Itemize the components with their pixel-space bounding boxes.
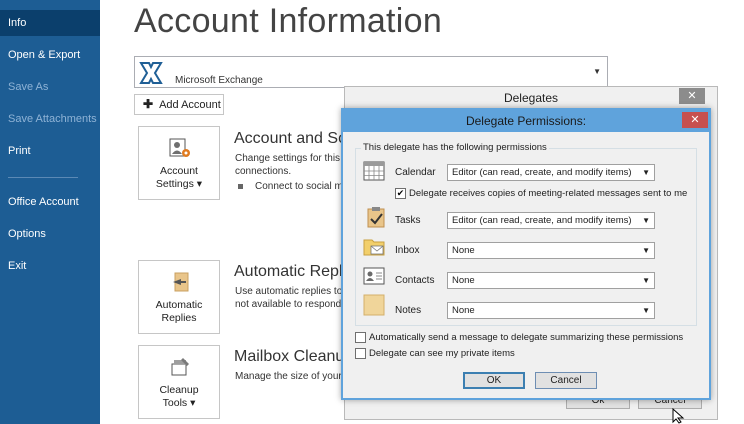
inbox-permission-select[interactable]: None ▼ [447, 242, 655, 259]
notes-permission-select[interactable]: None ▼ [447, 302, 655, 319]
permissions-body: This delegate has the following permissi… [347, 134, 705, 396]
mouse-cursor-icon [672, 408, 685, 424]
private-items-checkbox[interactable] [355, 348, 366, 359]
mailbox-cleanup-title: Mailbox Cleanu [234, 348, 345, 365]
automatic-replies-title: Automatic Repli [234, 263, 347, 280]
permissions-group-label: This delegate has the following permissi… [361, 142, 549, 153]
nav-item-office-account[interactable]: Office Account [0, 189, 100, 215]
exchange-icon [139, 62, 163, 84]
chevron-down-icon: ▼ [642, 276, 650, 285]
notes-icon [363, 294, 385, 316]
page-title: Account Information [134, 2, 443, 40]
account-settings-button[interactable]: Account Settings ▾ [138, 126, 220, 200]
private-items-label: Delegate can see my private items [369, 348, 515, 359]
meeting-copies-checkbox[interactable]: ✔ [395, 188, 406, 199]
account-section-text-2: connections. [235, 166, 292, 177]
automatic-replies-icon [173, 272, 189, 292]
nav-item-open-export[interactable]: Open & Export [0, 42, 100, 68]
nav-item-info[interactable]: Info [0, 10, 100, 36]
social-connect-link[interactable]: Connect to social m [238, 181, 343, 193]
nav-item-save-as[interactable]: Save As [0, 74, 100, 100]
delegates-dialog-title: Delegates [503, 91, 559, 105]
chevron-down-icon: ▼ [642, 306, 650, 315]
cleanup-tools-icon [171, 358, 189, 376]
tasks-permission-select[interactable]: Editor (can read, create, and modify ite… [447, 212, 655, 229]
plus-icon: ✚ [143, 97, 154, 111]
inbox-label: Inbox [395, 245, 420, 256]
add-account-label: Add Account [159, 99, 221, 111]
automatic-replies-label: Automatic Replies [155, 299, 203, 324]
permissions-titlebar: Delegate Permissions: ✕ [343, 110, 709, 132]
automatic-replies-text-2: not available to respond [235, 299, 342, 310]
account-selector[interactable]: Microsoft Exchange ▼ [134, 56, 608, 88]
contacts-permission-select[interactable]: None ▼ [447, 272, 655, 289]
chevron-down-icon: ▼ [642, 168, 650, 177]
account-settings-label: Account Settings ▾ [155, 165, 203, 190]
backstage-nav: Info Open & Export Save As Save Attachme… [0, 0, 100, 424]
auto-send-summary-checkbox[interactable] [355, 332, 366, 343]
account-name: Microsoft Exchange [175, 75, 263, 86]
permissions-dialog-title: Delegate Permissions: [465, 114, 587, 128]
notes-label: Notes [395, 305, 422, 316]
chevron-down-icon[interactable]: ▼ [593, 67, 601, 76]
chevron-down-icon: ▼ [642, 216, 650, 225]
nav-item-print[interactable]: Print [0, 138, 100, 164]
outlook-backstage: Info Open & Export Save As Save Attachme… [0, 0, 744, 424]
chevron-down-icon: ▼ [642, 246, 650, 255]
delegates-close-icon[interactable]: ✕ [679, 88, 705, 104]
permissions-close-icon[interactable]: ✕ [682, 112, 708, 128]
automatic-replies-text: Use automatic replies to [235, 286, 343, 297]
calendar-icon [363, 161, 385, 181]
tasks-label: Tasks [395, 215, 421, 226]
automatic-replies-button[interactable]: Automatic Replies [138, 260, 220, 334]
mailbox-cleanup-text: Manage the size of your [235, 371, 342, 382]
delegate-permissions-dialog: Delegate Permissions: ✕ This delegate ha… [341, 108, 711, 400]
nav-item-save-attachments[interactable]: Save Attachments [0, 106, 100, 132]
contacts-label: Contacts [395, 275, 435, 286]
inbox-icon [363, 239, 385, 256]
contacts-icon [363, 267, 385, 285]
permissions-ok-button[interactable]: OK [463, 372, 525, 389]
auto-send-summary-label: Automatically send a message to delegate… [369, 332, 684, 343]
nav-item-options[interactable]: Options [0, 221, 100, 247]
tasks-icon [367, 207, 385, 228]
cleanup-tools-button[interactable]: Cleanup Tools ▾ [138, 345, 220, 419]
permissions-cancel-button[interactable]: Cancel [535, 372, 597, 389]
bullet-icon [238, 183, 243, 189]
calendar-label: Calendar [395, 167, 436, 178]
meeting-copies-label: Delegate receives copies of meeting-rela… [409, 188, 688, 199]
nav-item-exit[interactable]: Exit [0, 253, 100, 279]
account-settings-icon [169, 138, 190, 157]
nav-separator [8, 177, 78, 178]
add-account-button[interactable]: ✚ Add Account [134, 94, 224, 115]
account-section-text: Change settings for this [235, 153, 341, 164]
calendar-permission-select[interactable]: Editor (can read, create, and modify ite… [447, 164, 655, 181]
cleanup-tools-label: Cleanup Tools ▾ [159, 384, 199, 409]
account-section-title: Account and So [234, 130, 347, 147]
